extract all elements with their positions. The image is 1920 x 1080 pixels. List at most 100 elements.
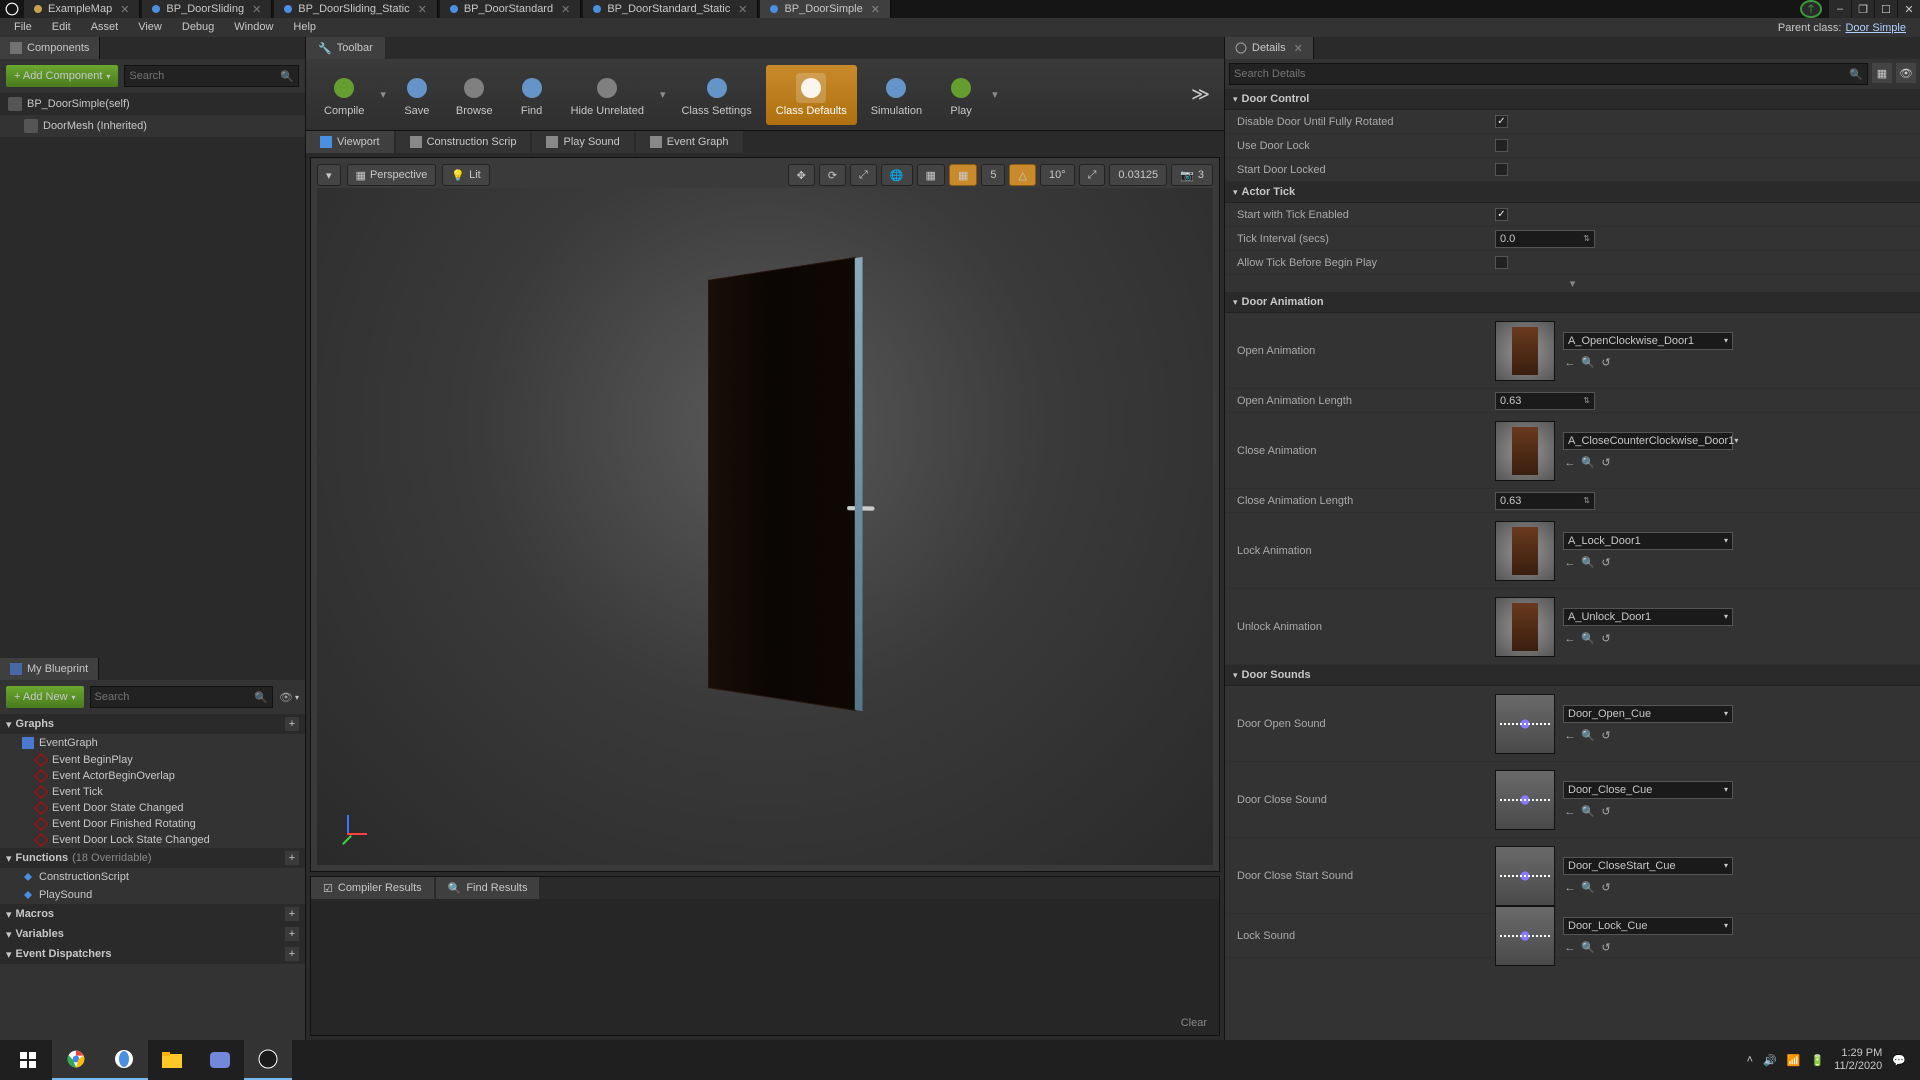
hide-unrelated-button[interactable]: Hide Unrelated xyxy=(561,65,654,125)
close-icon[interactable]: ✕ xyxy=(871,3,880,16)
add-icon[interactable]: + xyxy=(285,947,299,961)
document-tab[interactable]: BP_DoorSliding_Static✕ xyxy=(274,0,438,18)
transform-scale-button[interactable]: ⤢ xyxy=(850,164,877,186)
angle-snap-toggle[interactable]: △ xyxy=(1009,164,1035,186)
asset-reset-button[interactable]: ↺ xyxy=(1599,881,1613,895)
document-tab[interactable]: ExampleMap✕ xyxy=(24,0,140,18)
asset-find-button[interactable]: 🔍 xyxy=(1581,632,1595,646)
asset-thumbnail[interactable] xyxy=(1495,694,1555,754)
asset-back-button[interactable]: ← xyxy=(1563,356,1577,370)
lit-mode-button[interactable]: 💡 Lit xyxy=(442,164,489,186)
asset-find-button[interactable]: 🔍 xyxy=(1581,556,1595,570)
menu-asset[interactable]: Asset xyxy=(81,18,129,37)
eye-icon[interactable]: 👁 xyxy=(279,691,293,704)
event-node[interactable]: Event ActorBeginOverlap xyxy=(0,768,305,784)
property-matrix-button[interactable]: ▦ xyxy=(1872,63,1892,83)
toolbar-tab[interactable]: 🔧 Toolbar xyxy=(306,37,385,59)
category-header[interactable]: ▾Door Animation xyxy=(1225,292,1920,313)
myblueprint-search[interactable]: 🔍 xyxy=(90,686,273,708)
add-component-button[interactable]: + Add Component▾ xyxy=(6,65,118,87)
asset-thumbnail[interactable] xyxy=(1495,521,1555,581)
event-node[interactable]: Event Door Lock State Changed xyxy=(0,832,305,848)
menu-window[interactable]: Window xyxy=(224,18,283,37)
menu-view[interactable]: View xyxy=(128,18,172,37)
asset-reset-button[interactable]: ↺ xyxy=(1599,632,1613,646)
asset-reset-button[interactable]: ↺ xyxy=(1599,729,1613,743)
close-icon[interactable]: ✕ xyxy=(738,3,747,16)
details-search-input[interactable] xyxy=(1234,68,1849,80)
battery-icon[interactable]: 🔋 xyxy=(1810,1054,1824,1067)
minimize-button[interactable]: – xyxy=(1829,0,1851,18)
asset-find-button[interactable]: 🔍 xyxy=(1581,881,1595,895)
toolbar-overflow-button[interactable]: ≫ xyxy=(1183,84,1218,105)
editor-tab-play-sound[interactable]: Play Sound xyxy=(532,131,633,153)
spinner-icon[interactable]: ⇅ xyxy=(1583,396,1590,405)
dropdown-icon[interactable]: ▾ xyxy=(988,88,1002,101)
surface-snap-button[interactable]: ▦ xyxy=(917,164,945,186)
editor-tab-event-graph[interactable]: Event Graph xyxy=(636,131,743,153)
asset-thumbnail[interactable] xyxy=(1495,906,1555,966)
asset-find-button[interactable]: 🔍 xyxy=(1581,456,1595,470)
perspective-button[interactable]: ▦ Perspective xyxy=(347,164,437,186)
editor-tab-construction-scrip[interactable]: Construction Scrip xyxy=(396,131,531,153)
asset-reset-button[interactable]: ↺ xyxy=(1599,356,1613,370)
asset-thumbnail[interactable] xyxy=(1495,421,1555,481)
door-mesh[interactable] xyxy=(708,257,856,711)
visibility-button[interactable]: 👁 xyxy=(1896,63,1916,83)
asset-reset-button[interactable]: ↺ xyxy=(1599,556,1613,570)
volume-icon[interactable]: 🔊 xyxy=(1763,1054,1777,1067)
simulation-button[interactable]: Simulation xyxy=(861,65,932,125)
asset-reset-button[interactable]: ↺ xyxy=(1599,941,1613,955)
asset-dropdown[interactable]: Door_Close_Cue▾ xyxy=(1563,781,1733,799)
section-header[interactable]: ▾Event Dispatchers+ xyxy=(0,944,305,964)
close-icon[interactable]: ✕ xyxy=(252,3,261,16)
number-field[interactable]: 0.0⇅ xyxy=(1495,230,1595,248)
bottom-tab-compiler-results[interactable]: ☑Compiler Results xyxy=(311,877,434,899)
asset-dropdown[interactable]: Door_Open_Cue▾ xyxy=(1563,705,1733,723)
asset-dropdown[interactable]: Door_Lock_Cue▾ xyxy=(1563,917,1733,935)
components-tab[interactable]: Components xyxy=(0,37,100,59)
opera-taskbar-icon[interactable] xyxy=(100,1040,148,1080)
close-icon[interactable]: ✕ xyxy=(418,3,427,16)
asset-back-button[interactable]: ← xyxy=(1563,729,1577,743)
close-icon[interactable]: ✕ xyxy=(120,3,129,16)
category-header[interactable]: ▾Door Sounds xyxy=(1225,665,1920,686)
asset-thumbnail[interactable] xyxy=(1495,597,1555,657)
viewport-scene[interactable] xyxy=(317,188,1213,865)
event-node[interactable]: Event Tick xyxy=(0,784,305,800)
transform-rotate-button[interactable]: ⟳ xyxy=(819,164,846,186)
asset-back-button[interactable]: ← xyxy=(1563,941,1577,955)
source-control-icon[interactable] xyxy=(1800,0,1822,18)
menu-edit[interactable]: Edit xyxy=(42,18,81,37)
event-node[interactable]: Event BeginPlay xyxy=(0,752,305,768)
checkbox[interactable] xyxy=(1495,208,1508,221)
details-tab[interactable]: Details ✕ xyxy=(1225,37,1314,59)
asset-thumbnail[interactable] xyxy=(1495,321,1555,381)
document-tab[interactable]: BP_DoorSliding✕ xyxy=(142,0,272,18)
section-header[interactable]: ▾Macros+ xyxy=(0,904,305,924)
function-item[interactable]: ConstructionScript xyxy=(0,868,305,886)
unreal-taskbar-icon[interactable] xyxy=(244,1040,292,1080)
add-new-button[interactable]: + Add New▾ xyxy=(6,686,84,708)
asset-thumbnail[interactable] xyxy=(1495,846,1555,906)
details-search[interactable]: 🔍 xyxy=(1229,63,1868,85)
dropdown-icon[interactable]: ▾ xyxy=(376,88,390,101)
start-button[interactable] xyxy=(4,1040,52,1080)
asset-back-button[interactable]: ← xyxy=(1563,881,1577,895)
asset-find-button[interactable]: 🔍 xyxy=(1581,356,1595,370)
spinner-icon[interactable]: ⇅ xyxy=(1583,234,1590,243)
section-header[interactable]: ▾Graphs+ xyxy=(0,714,305,734)
asset-thumbnail[interactable] xyxy=(1495,770,1555,830)
components-search-input[interactable] xyxy=(129,70,280,82)
myblueprint-tab[interactable]: My Blueprint xyxy=(0,658,99,680)
function-item[interactable]: PlaySound xyxy=(0,886,305,904)
event-node[interactable]: Event Door Finished Rotating xyxy=(0,816,305,832)
scale-snap-value[interactable]: 0.03125 xyxy=(1109,164,1167,186)
editor-tab-viewport[interactable]: Viewport xyxy=(306,131,394,153)
asset-find-button[interactable]: 🔍 xyxy=(1581,805,1595,819)
number-field[interactable]: 0.63⇅ xyxy=(1495,492,1595,510)
expand-more-icon[interactable]: ▾ xyxy=(1225,275,1920,292)
checkbox[interactable] xyxy=(1495,256,1508,269)
graph-item[interactable]: EventGraph xyxy=(0,734,305,752)
transform-translate-button[interactable]: ✥ xyxy=(788,164,815,186)
